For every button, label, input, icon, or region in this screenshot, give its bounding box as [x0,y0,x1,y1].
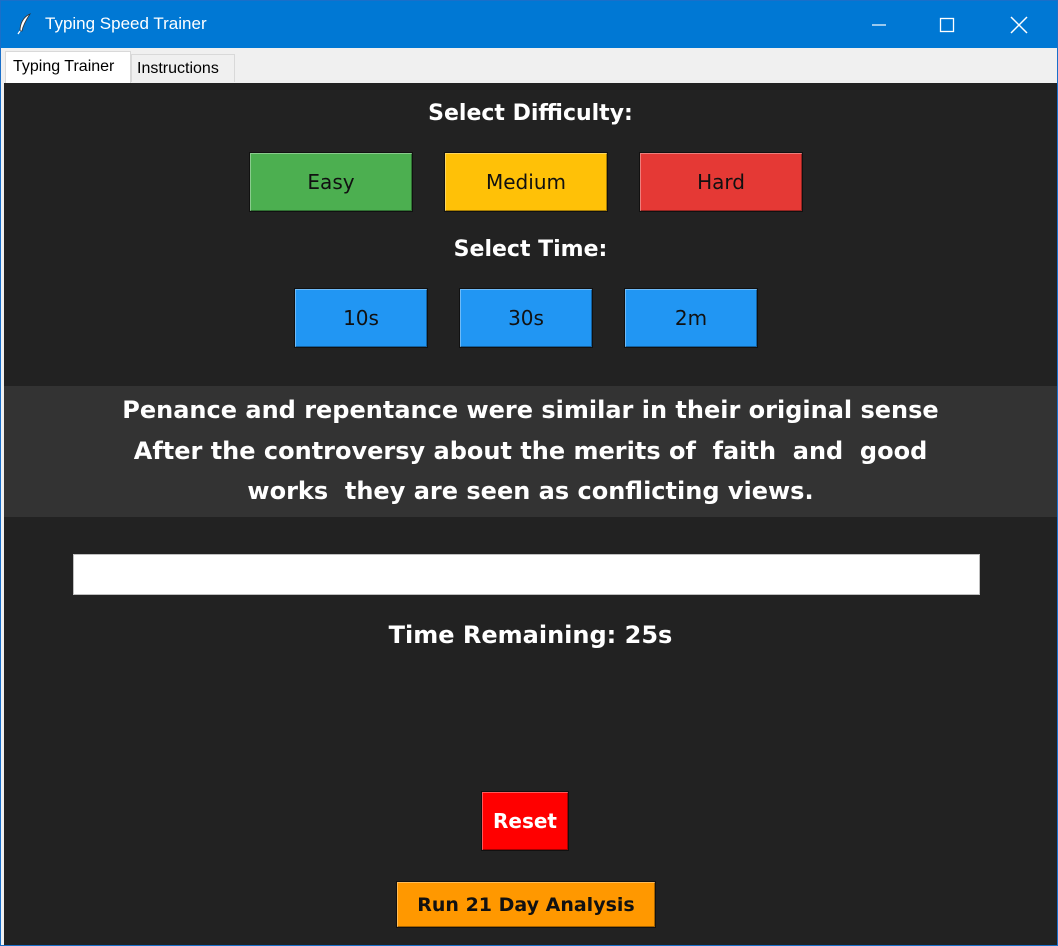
run-analysis-button[interactable]: Run 21 Day Analysis [396,881,656,928]
minimize-button[interactable] [844,1,914,48]
easy-button[interactable]: Easy [249,152,413,212]
close-icon [1010,15,1028,34]
tab-typing-trainer[interactable]: Typing Trainer [5,51,131,84]
maximize-button[interactable] [912,1,982,48]
reset-button[interactable]: Reset [481,791,569,851]
sample-text-line: works they are seen as conflicting views… [247,477,814,505]
sample-text-line: After the controversy about the merits o… [133,437,928,465]
time-heading: Select Time: [453,237,608,262]
hard-button[interactable]: Hard [639,152,803,212]
time-10s-button[interactable]: 10s [294,288,428,348]
tab-instructions[interactable]: Instructions [131,54,235,82]
feather-icon [17,13,33,35]
medium-button[interactable]: Medium [444,152,608,212]
time-2m-button[interactable]: 2m [624,288,758,348]
difficulty-heading: Select Difficulty: [428,101,633,126]
title-bar[interactable]: Typing Speed Trainer [1,1,1057,48]
close-button[interactable] [984,1,1054,48]
maximize-icon [939,17,955,32]
typing-input[interactable] [73,554,980,595]
time-remaining-label: Time Remaining: 25s [388,621,673,649]
window-title: Typing Speed Trainer [45,14,207,33]
sample-text-line: Penance and repentance were similar in t… [122,396,939,424]
sample-text-panel: Penance and repentance were similar in t… [4,386,1057,517]
app-window: Typing Speed Trainer Typing Trainer Inst… [0,0,1058,946]
tab-bar: Typing Trainer Instructions [1,48,1057,84]
time-30s-button[interactable]: 30s [459,288,593,348]
trainer-panel: Select Difficulty: Easy Medium Hard Sele… [4,83,1057,945]
minimize-icon [872,23,886,26]
